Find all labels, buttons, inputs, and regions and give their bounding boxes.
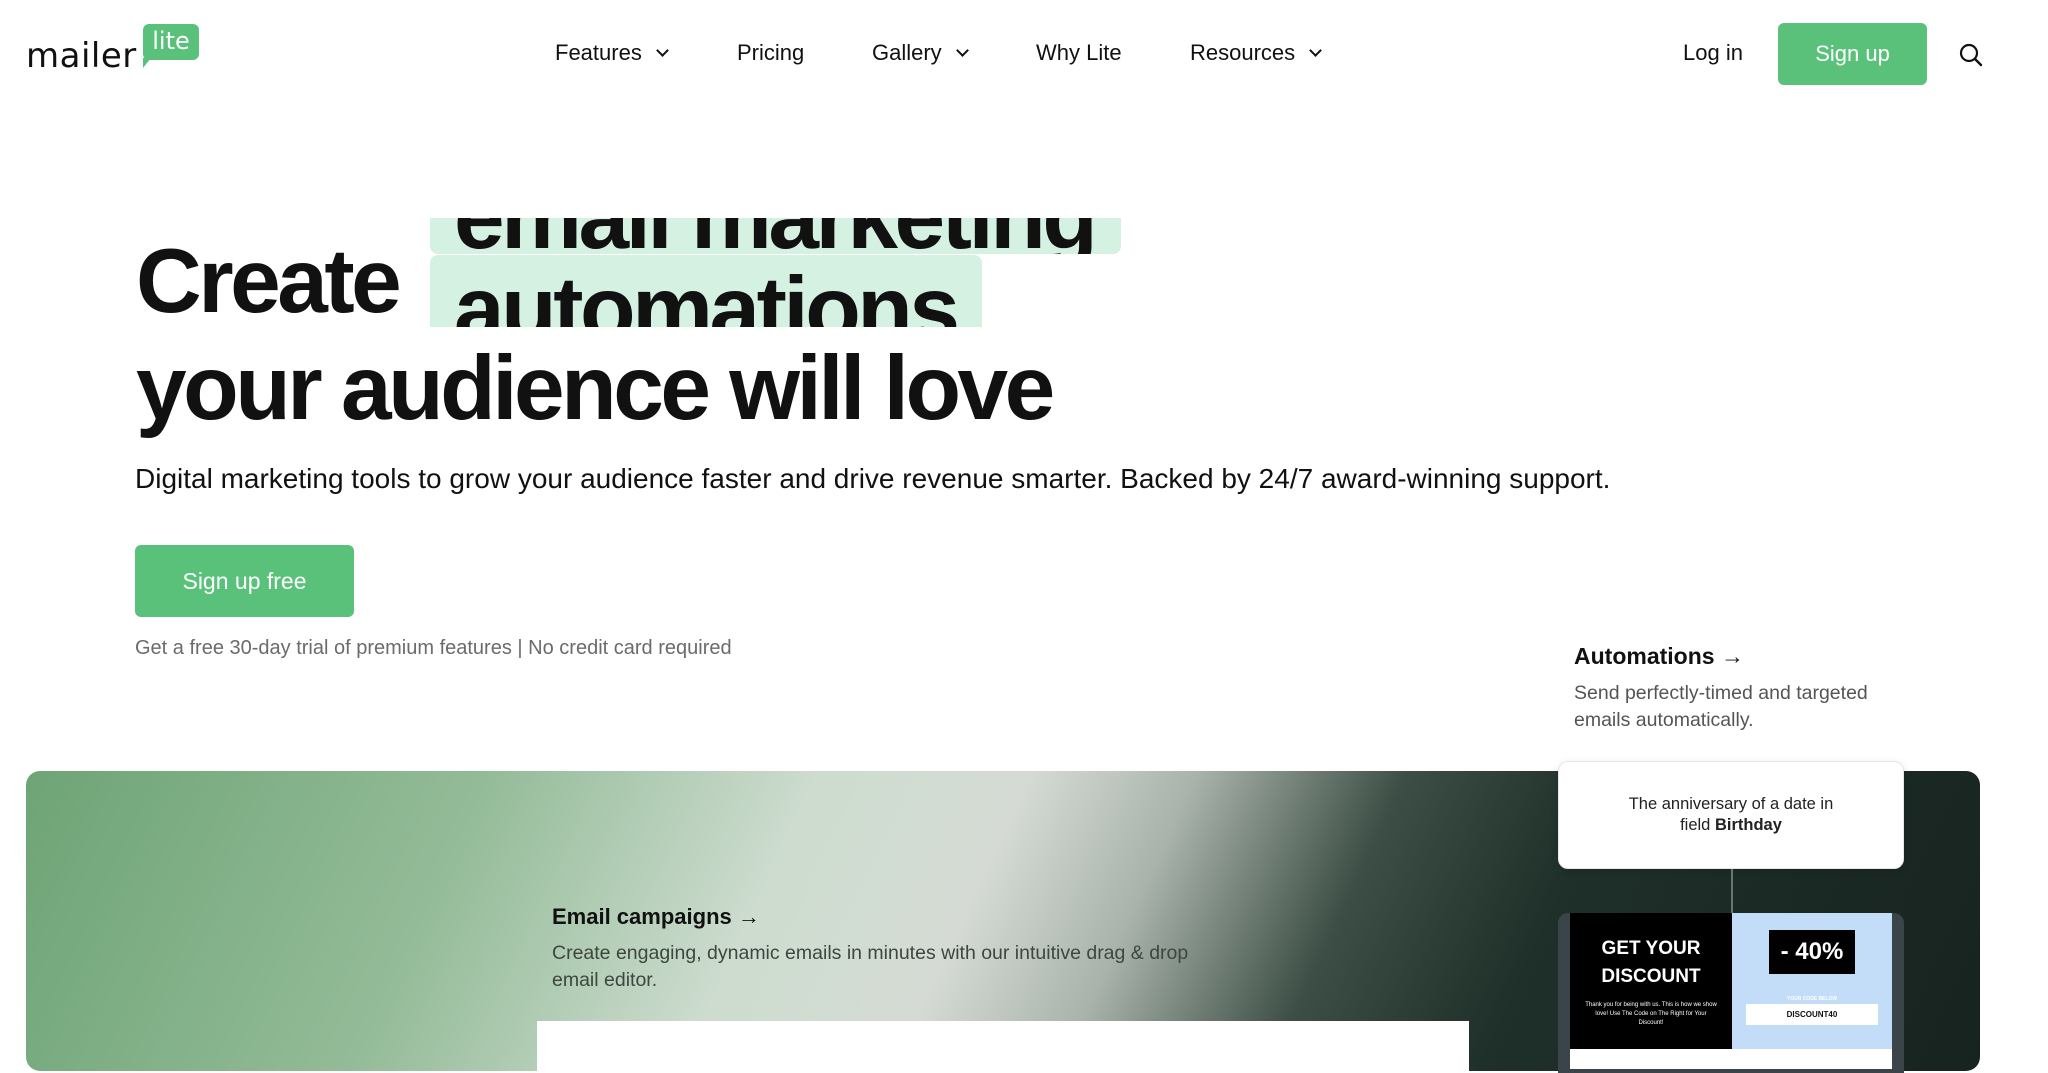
trigger-field: Birthday — [1714, 816, 1782, 834]
nav-gallery[interactable]: Gallery — [872, 38, 969, 68]
no-card-text: No credit card required — [528, 637, 732, 659]
login-link[interactable]: Log in — [1683, 38, 1743, 68]
discount-percent: - 40% — [1768, 930, 1856, 974]
trial-note-text: Get a free 30-day trial of premium featu… — [135, 637, 512, 659]
chevron-down-icon — [655, 44, 669, 57]
discount-left-panel: GET YOUR DISCOUNT Thank you for being wi… — [1570, 913, 1732, 1049]
workflow-connector — [1731, 869, 1733, 913]
desc-line: Send perfectly-timed and targeted — [1574, 682, 1868, 704]
email-footer — [1570, 1049, 1892, 1069]
trial-note-separator: | — [517, 637, 523, 659]
nav-resources[interactable]: Resources — [1190, 38, 1323, 68]
rotating-word-text: automations — [454, 259, 960, 327]
discount-headline: GET YOUR — [1601, 938, 1701, 959]
desc-line: email editor. — [552, 969, 658, 991]
nav-label: Why Lite — [1036, 40, 1122, 65]
desc-line: emails automatically. — [1574, 709, 1754, 731]
trial-note: Get a free 30-day trial of premium featu… — [135, 637, 732, 660]
nav-features[interactable]: Features — [555, 38, 669, 68]
hero-subtitle: Digital marketing tools to grow your aud… — [135, 463, 1611, 494]
discount-headline: DISCOUNT — [1601, 966, 1701, 987]
login-label: Log in — [1683, 40, 1743, 65]
discount-code: DISCOUNT40 — [1746, 1004, 1878, 1025]
trigger-prefix: field — [1680, 816, 1715, 834]
email-editor-preview — [537, 1021, 1469, 1071]
chevron-down-icon — [1309, 44, 1323, 57]
nav-pricing[interactable]: Pricing — [737, 38, 804, 68]
rotating-word-current: automations — [430, 255, 982, 327]
signup-free-button[interactable]: Sign up free — [135, 545, 354, 617]
automations-desc: Send perfectly-timed and targeted emails… — [1574, 680, 1868, 734]
discount-right-panel: - 40% YOUR CODE BELOW DISCOUNT40 — [1732, 913, 1892, 1049]
automation-trigger-card: The anniversary of a date in field Birth… — [1558, 761, 1904, 869]
code-label: YOUR CODE BELOW — [1786, 996, 1838, 1002]
trigger-line: field Birthday — [1559, 815, 1903, 836]
discount-body: Thank you for being with us. This is how… — [1585, 1002, 1717, 1026]
logo-text: mailer — [26, 36, 137, 76]
logo-bubble-tail — [143, 58, 151, 68]
nav-label: Resources — [1190, 40, 1296, 65]
trigger-line: The anniversary of a date in — [1628, 795, 1834, 813]
email-campaigns-desc: Create engaging, dynamic emails in minut… — [552, 940, 1188, 994]
nav-label: Pricing — [737, 40, 805, 65]
nav-label: Gallery — [872, 40, 942, 65]
hero-title-create: Create — [136, 231, 402, 332]
rotating-word-previous: email marketing — [430, 218, 1121, 254]
nav-why-lite[interactable]: Why Lite — [1036, 38, 1122, 68]
search-icon[interactable] — [1958, 42, 1984, 68]
chevron-down-icon — [955, 44, 969, 57]
desc-line: Create engaging, dynamic emails in minut… — [552, 942, 1189, 964]
mailerlite-logo[interactable]: mailer lite — [26, 24, 206, 76]
email-campaigns-link[interactable]: Email campaigns → — [552, 904, 760, 930]
signup-button[interactable]: Sign up — [1778, 23, 1927, 85]
discount-email-preview: GET YOUR DISCOUNT Thank you for being wi… — [1558, 913, 1904, 1073]
rotating-word-text: email marketing — [454, 218, 1098, 254]
logo-badge: lite — [143, 24, 199, 60]
automations-link[interactable]: Automations → — [1574, 643, 1744, 670]
hero-title-end: your audience will love — [136, 338, 1055, 439]
nav-label: Features — [555, 40, 642, 65]
